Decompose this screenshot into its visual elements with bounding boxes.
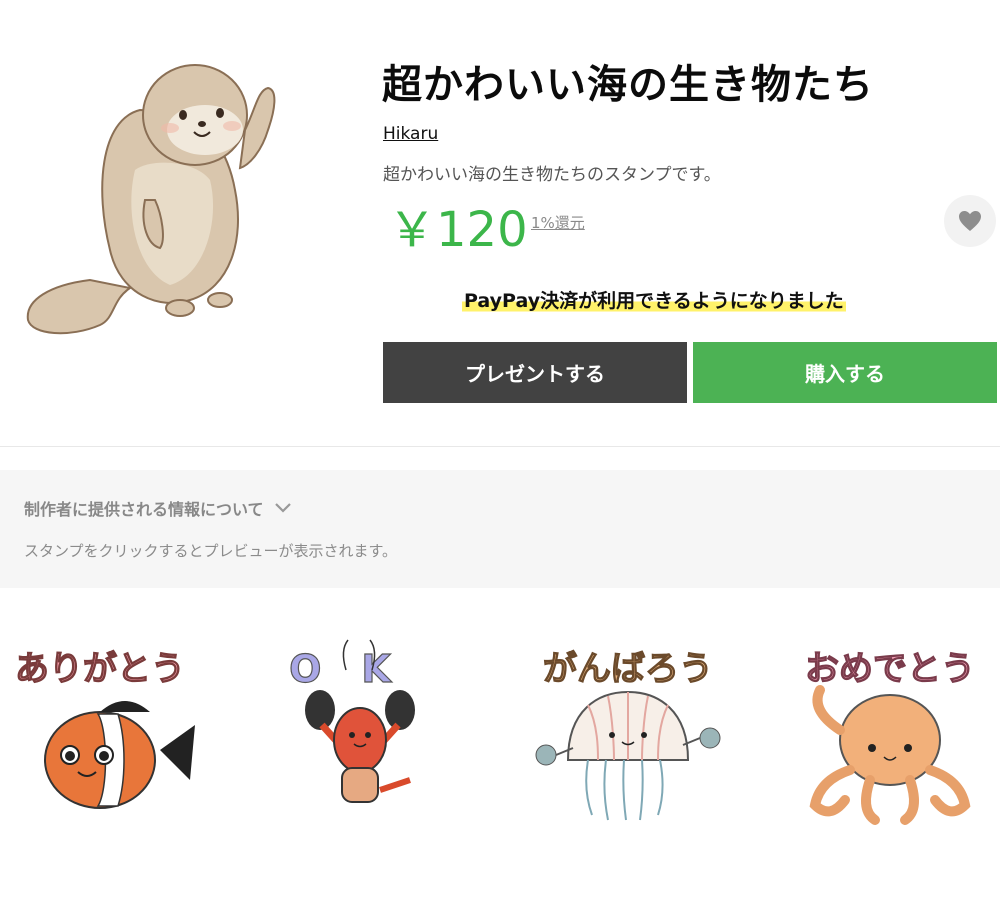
main-sticker-image bbox=[20, 50, 282, 340]
cashback-link[interactable]: 1%還元 bbox=[531, 212, 585, 233]
sticker-caption: がんばろう bbox=[543, 649, 713, 689]
price: ￥120 bbox=[388, 202, 528, 258]
sticker-jellyfish[interactable]: がんばろう bbox=[528, 630, 728, 830]
creator-info-label: 制作者に提供される情報について bbox=[24, 500, 264, 519]
divider bbox=[0, 446, 1000, 447]
creator-info-toggle[interactable]: 制作者に提供される情報について bbox=[24, 496, 292, 520]
author-link[interactable]: Hikaru bbox=[383, 124, 438, 144]
paypay-notice: PayPay決済が利用できるようになりました bbox=[462, 286, 846, 313]
present-button[interactable]: プレゼントする bbox=[383, 342, 687, 403]
heart-icon bbox=[959, 211, 981, 231]
page-title: 超かわいい海の生き物たち bbox=[382, 62, 874, 108]
sticker-lobster[interactable]: OK bbox=[260, 630, 460, 830]
preview-hint: スタンプをクリックするとプレビューが表示されます。 bbox=[24, 542, 398, 560]
sticker-octopus[interactable]: おめでとう bbox=[790, 630, 990, 830]
favorite-button[interactable] bbox=[944, 195, 996, 247]
chevron-down-icon bbox=[274, 503, 291, 513]
sticker-clownfish[interactable]: ありがとう bbox=[0, 630, 200, 830]
sticker-caption: おめでとう bbox=[805, 649, 975, 689]
sticker-caption: ありがとう bbox=[15, 649, 185, 689]
info-panel: 制作者に提供される情報について スタンプをクリックするとプレビューが表示されます… bbox=[0, 470, 1000, 588]
product-description: 超かわいい海の生き物たちのスタンプです。 bbox=[383, 165, 721, 185]
sticker-caption: OK bbox=[289, 647, 431, 691]
buy-button[interactable]: 購入する bbox=[693, 342, 997, 403]
